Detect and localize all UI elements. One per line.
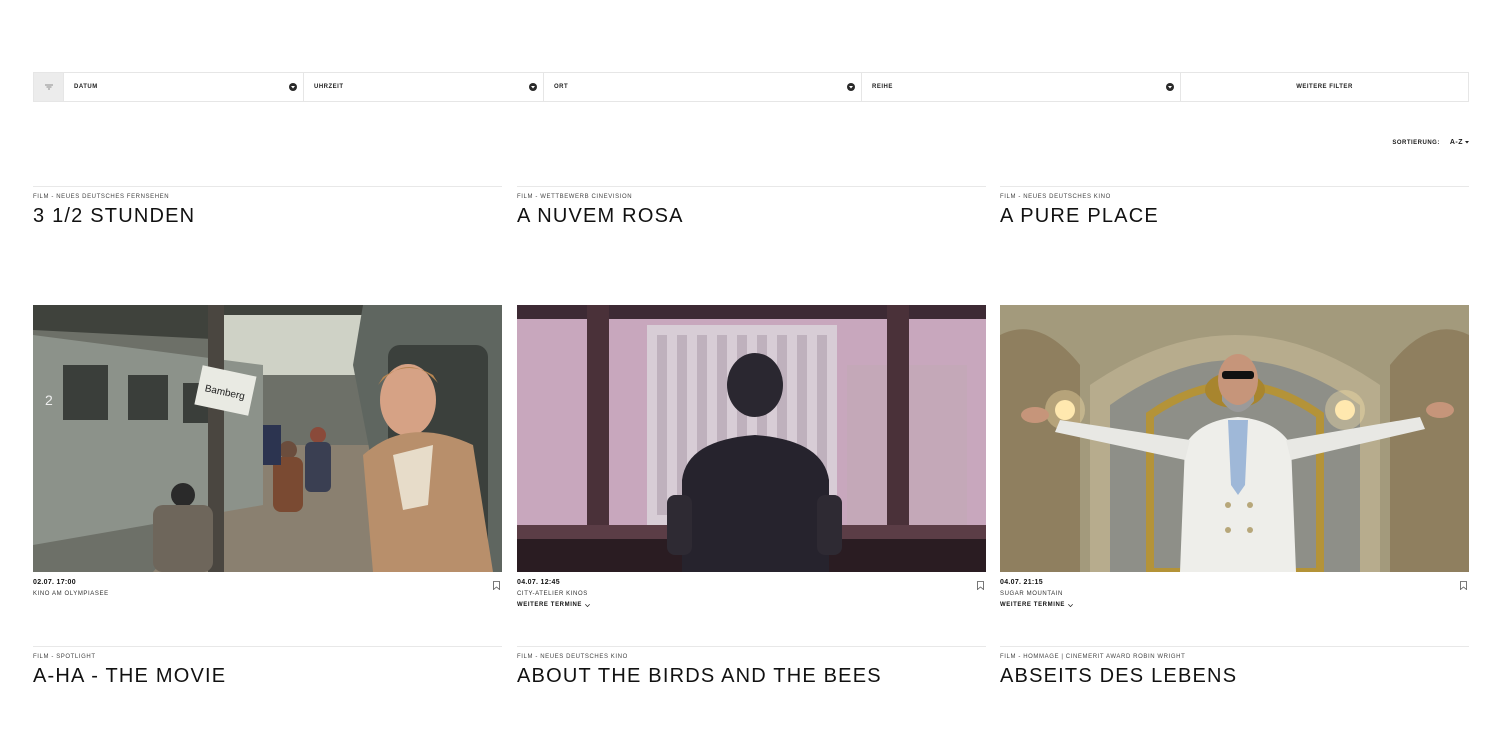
more-filters-button[interactable]: WEITERE FILTER <box>1181 73 1468 101</box>
sort-dropdown[interactable]: A-Z <box>1450 139 1469 146</box>
filter-datum-dropdown[interactable]: DATUM <box>64 73 304 101</box>
filter-datum-label: DATUM <box>74 84 98 90</box>
film-card[interactable]: FILM - SPOTLIGHT A-HA - THE MOVIE <box>33 646 502 688</box>
filter-ort-label: ORT <box>554 84 569 90</box>
screening-venue: CITY-ATELIER KINOS <box>517 591 588 597</box>
film-still-palace-illustration <box>1000 305 1469 572</box>
filter-toggle-button[interactable] <box>34 73 64 101</box>
divider <box>517 646 986 647</box>
more-dates-toggle[interactable]: WEITERE TERMINE <box>1000 602 1469 608</box>
chevron-down-icon <box>1068 603 1073 607</box>
screening-venue: SUGAR MOUNTAIN <box>1000 591 1063 597</box>
chevron-down-icon <box>529 83 537 91</box>
chevron-down-icon <box>289 83 297 91</box>
screening-datetime: 02.07. 17:00 <box>33 579 76 586</box>
filter-uhrzeit-dropdown[interactable]: UHRZEIT <box>304 73 544 101</box>
screening-datetime: 04.07. 12:45 <box>517 579 560 586</box>
film-title[interactable]: A PURE PLACE <box>1000 205 1469 228</box>
film-category: FILM - NEUES DEUTSCHES KINO <box>1000 194 1111 200</box>
filter-lines-icon <box>44 84 53 90</box>
bookmark-icon[interactable] <box>1460 581 1467 590</box>
sort-value: A-Z <box>1449 139 1463 146</box>
film-image[interactable] <box>517 305 986 572</box>
filter-reihe-label: REIHE <box>872 84 893 90</box>
film-title[interactable]: A-HA - THE MOVIE <box>33 665 502 688</box>
film-meta: 04.07. 12:45 CITY-ATELIER KINOS WEITERE … <box>517 579 986 608</box>
more-dates-label: WEITERE TERMINE <box>517 602 583 608</box>
film-card[interactable]: FILM - NEUES DEUTSCHES FERNSEHEN 3 1/2 S… <box>33 186 502 597</box>
screening-datetime: 04.07. 21:15 <box>1000 579 1043 586</box>
more-dates-label: WEITERE TERMINE <box>1000 602 1066 608</box>
film-still-train-illustration: 2 Bamberg <box>33 305 502 572</box>
film-card[interactable]: FILM - WETTBEWERB CINEVISION A NUVEM ROS… <box>517 186 986 608</box>
film-title[interactable]: 3 1/2 STUNDEN <box>33 205 502 228</box>
film-still-window-illustration <box>517 305 986 572</box>
chevron-down-icon <box>585 603 590 607</box>
film-meta: 02.07. 17:00 KINO AM OLYMPIASEE <box>33 579 502 597</box>
film-image[interactable] <box>1000 305 1469 572</box>
more-filters-label: WEITERE FILTER <box>1296 84 1353 90</box>
divider <box>1000 186 1469 187</box>
film-category: FILM - WETTBEWERB CINEVISION <box>517 194 633 200</box>
sort-label: SORTIERUNG: <box>1392 139 1440 146</box>
film-card[interactable]: FILM - NEUES DEUTSCHES KINO ABOUT THE BI… <box>517 646 986 688</box>
film-category: FILM - NEUES DEUTSCHES KINO <box>517 654 628 660</box>
film-title[interactable]: A NUVEM ROSA <box>517 205 986 228</box>
screening-venue: KINO AM OLYMPIASEE <box>33 591 109 597</box>
film-title[interactable]: ABOUT THE BIRDS AND THE BEES <box>517 665 986 688</box>
more-dates-toggle[interactable]: WEITERE TERMINE <box>517 602 986 608</box>
bookmark-icon[interactable] <box>493 581 500 590</box>
filter-reihe-dropdown[interactable]: REIHE <box>862 73 1181 101</box>
film-card[interactable]: FILM - NEUES DEUTSCHES KINO A PURE PLACE <box>1000 186 1469 608</box>
sort-control: SORTIERUNG: A-Z <box>1392 139 1469 146</box>
film-title[interactable]: ABSEITS DES LEBENS <box>1000 665 1469 688</box>
caret-down-icon <box>1465 141 1469 144</box>
bookmark-icon[interactable] <box>977 581 984 590</box>
filter-ort-dropdown[interactable]: ORT <box>544 73 862 101</box>
film-image[interactable]: 2 Bamberg <box>33 305 502 572</box>
divider <box>33 186 502 187</box>
divider <box>33 646 502 647</box>
chevron-down-icon <box>1166 83 1174 91</box>
chevron-down-icon <box>847 83 855 91</box>
divider <box>1000 646 1469 647</box>
filter-uhrzeit-label: UHRZEIT <box>314 84 344 90</box>
film-card[interactable]: FILM - HOMMAGE | CINEMERIT AWARD ROBIN W… <box>1000 646 1469 688</box>
film-category: FILM - SPOTLIGHT <box>33 654 96 660</box>
carriage-number: 2 <box>45 392 53 408</box>
film-category: FILM - HOMMAGE | CINEMERIT AWARD ROBIN W… <box>1000 654 1186 660</box>
filter-bar: DATUM UHRZEIT ORT REIHE WEITERE FILTER <box>33 72 1469 102</box>
divider <box>517 186 986 187</box>
film-meta: 04.07. 21:15 SUGAR MOUNTAIN WEITERE TERM… <box>1000 579 1469 608</box>
film-category: FILM - NEUES DEUTSCHES FERNSEHEN <box>33 194 170 200</box>
